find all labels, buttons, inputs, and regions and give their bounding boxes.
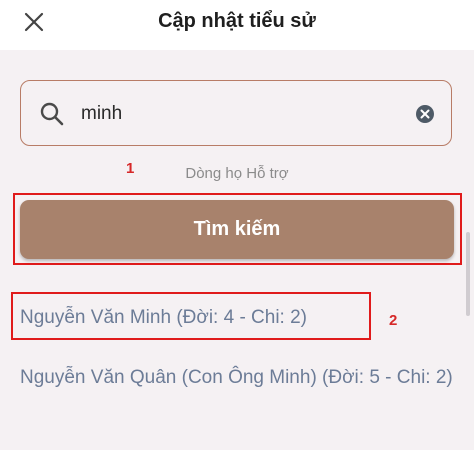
clear-search-icon[interactable] xyxy=(415,104,435,124)
app-header: Cập nhật tiểu sử xyxy=(0,0,474,50)
result-item-2[interactable]: Nguyễn Văn Quân (Con Ông Minh) (Đời: 5 -… xyxy=(20,362,460,393)
search-icon xyxy=(40,102,64,126)
search-input[interactable] xyxy=(81,101,401,127)
result-item-1[interactable]: Nguyễn Văn Minh (Đời: 4 - Chi: 2) xyxy=(20,302,370,333)
scrollbar[interactable] xyxy=(466,232,470,316)
page-title: Cập nhật tiểu sử xyxy=(158,10,316,32)
helper-text: Dòng họ Hỗ trợ xyxy=(185,165,289,182)
search-field[interactable] xyxy=(20,80,452,146)
annotation-marker-1: 1 xyxy=(126,160,135,177)
search-button[interactable]: Tìm kiếm xyxy=(20,200,454,259)
annotation-marker-2: 2 xyxy=(389,312,398,329)
